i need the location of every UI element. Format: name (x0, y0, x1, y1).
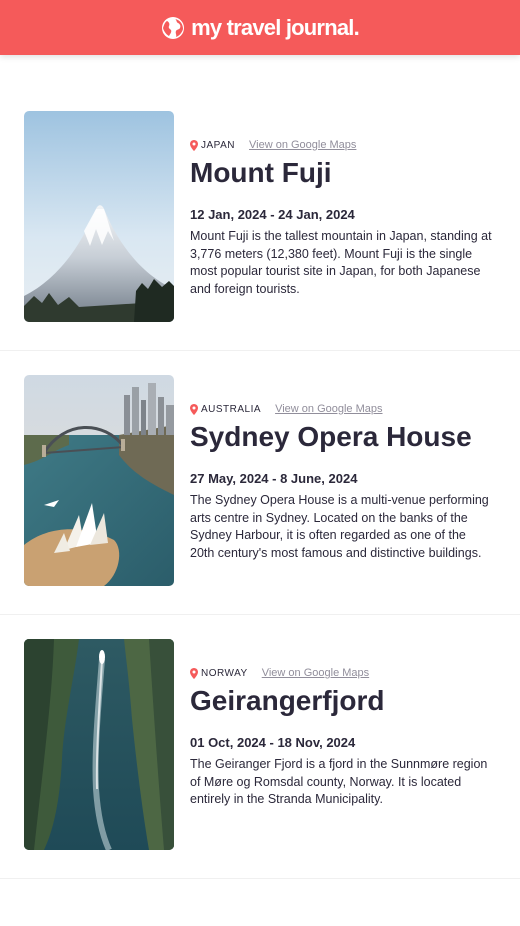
location-pin-icon (190, 403, 198, 415)
entry-content: NORWAY View on Google Maps Geirangerfjor… (174, 639, 496, 850)
entry-country: AUSTRALIA (201, 403, 262, 415)
entry-description: Mount Fuji is the tallest mountain in Ja… (190, 229, 492, 296)
entry-dates: 12 Jan, 2024 - 24 Jan, 2024 (190, 207, 355, 222)
entry-meta: AUSTRALIA View on Google Maps (190, 403, 496, 415)
globe-icon (161, 16, 185, 40)
app-header: my travel journal. (0, 0, 520, 55)
entry-title: Mount Fuji (190, 157, 332, 188)
location-pin-icon (190, 667, 198, 679)
brand-title: my travel journal. (191, 14, 360, 40)
google-maps-link[interactable]: View on Google Maps (262, 667, 369, 679)
entry-dates: 01 Oct, 2024 - 18 Nov, 2024 (190, 735, 356, 750)
entry-photo-mount-fuji (24, 111, 174, 322)
entry-meta: JAPAN View on Google Maps (190, 139, 496, 151)
entry-title: Sydney Opera House (190, 421, 472, 452)
journal-entry: NORWAY View on Google Maps Geirangerfjor… (0, 639, 520, 879)
google-maps-link[interactable]: View on Google Maps (249, 139, 356, 151)
entry-photo-geirangerfjord (24, 639, 174, 850)
journal-entries: JAPAN View on Google Maps Mount Fuji 12 … (0, 111, 520, 879)
entry-photo-sydney-opera-house (24, 375, 174, 586)
entry-content: AUSTRALIA View on Google Maps Sydney Ope… (174, 375, 496, 586)
entry-title: Geirangerfjord (190, 685, 385, 716)
entry-description: The Geiranger Fjord is a fjord in the Su… (190, 757, 488, 806)
journal-entry: JAPAN View on Google Maps Mount Fuji 12 … (0, 111, 520, 351)
entry-content: JAPAN View on Google Maps Mount Fuji 12 … (174, 111, 496, 322)
entry-description: The Sydney Opera House is a multi-venue … (190, 493, 489, 560)
entry-dates: 27 May, 2024 - 8 June, 2024 (190, 471, 358, 486)
entry-country: NORWAY (201, 667, 248, 679)
entry-meta: NORWAY View on Google Maps (190, 667, 496, 679)
google-maps-link[interactable]: View on Google Maps (275, 403, 382, 415)
entry-country: JAPAN (201, 139, 235, 151)
brand[interactable]: my travel journal. (161, 14, 360, 41)
location-pin-icon (190, 139, 198, 151)
journal-entry: AUSTRALIA View on Google Maps Sydney Ope… (0, 375, 520, 615)
